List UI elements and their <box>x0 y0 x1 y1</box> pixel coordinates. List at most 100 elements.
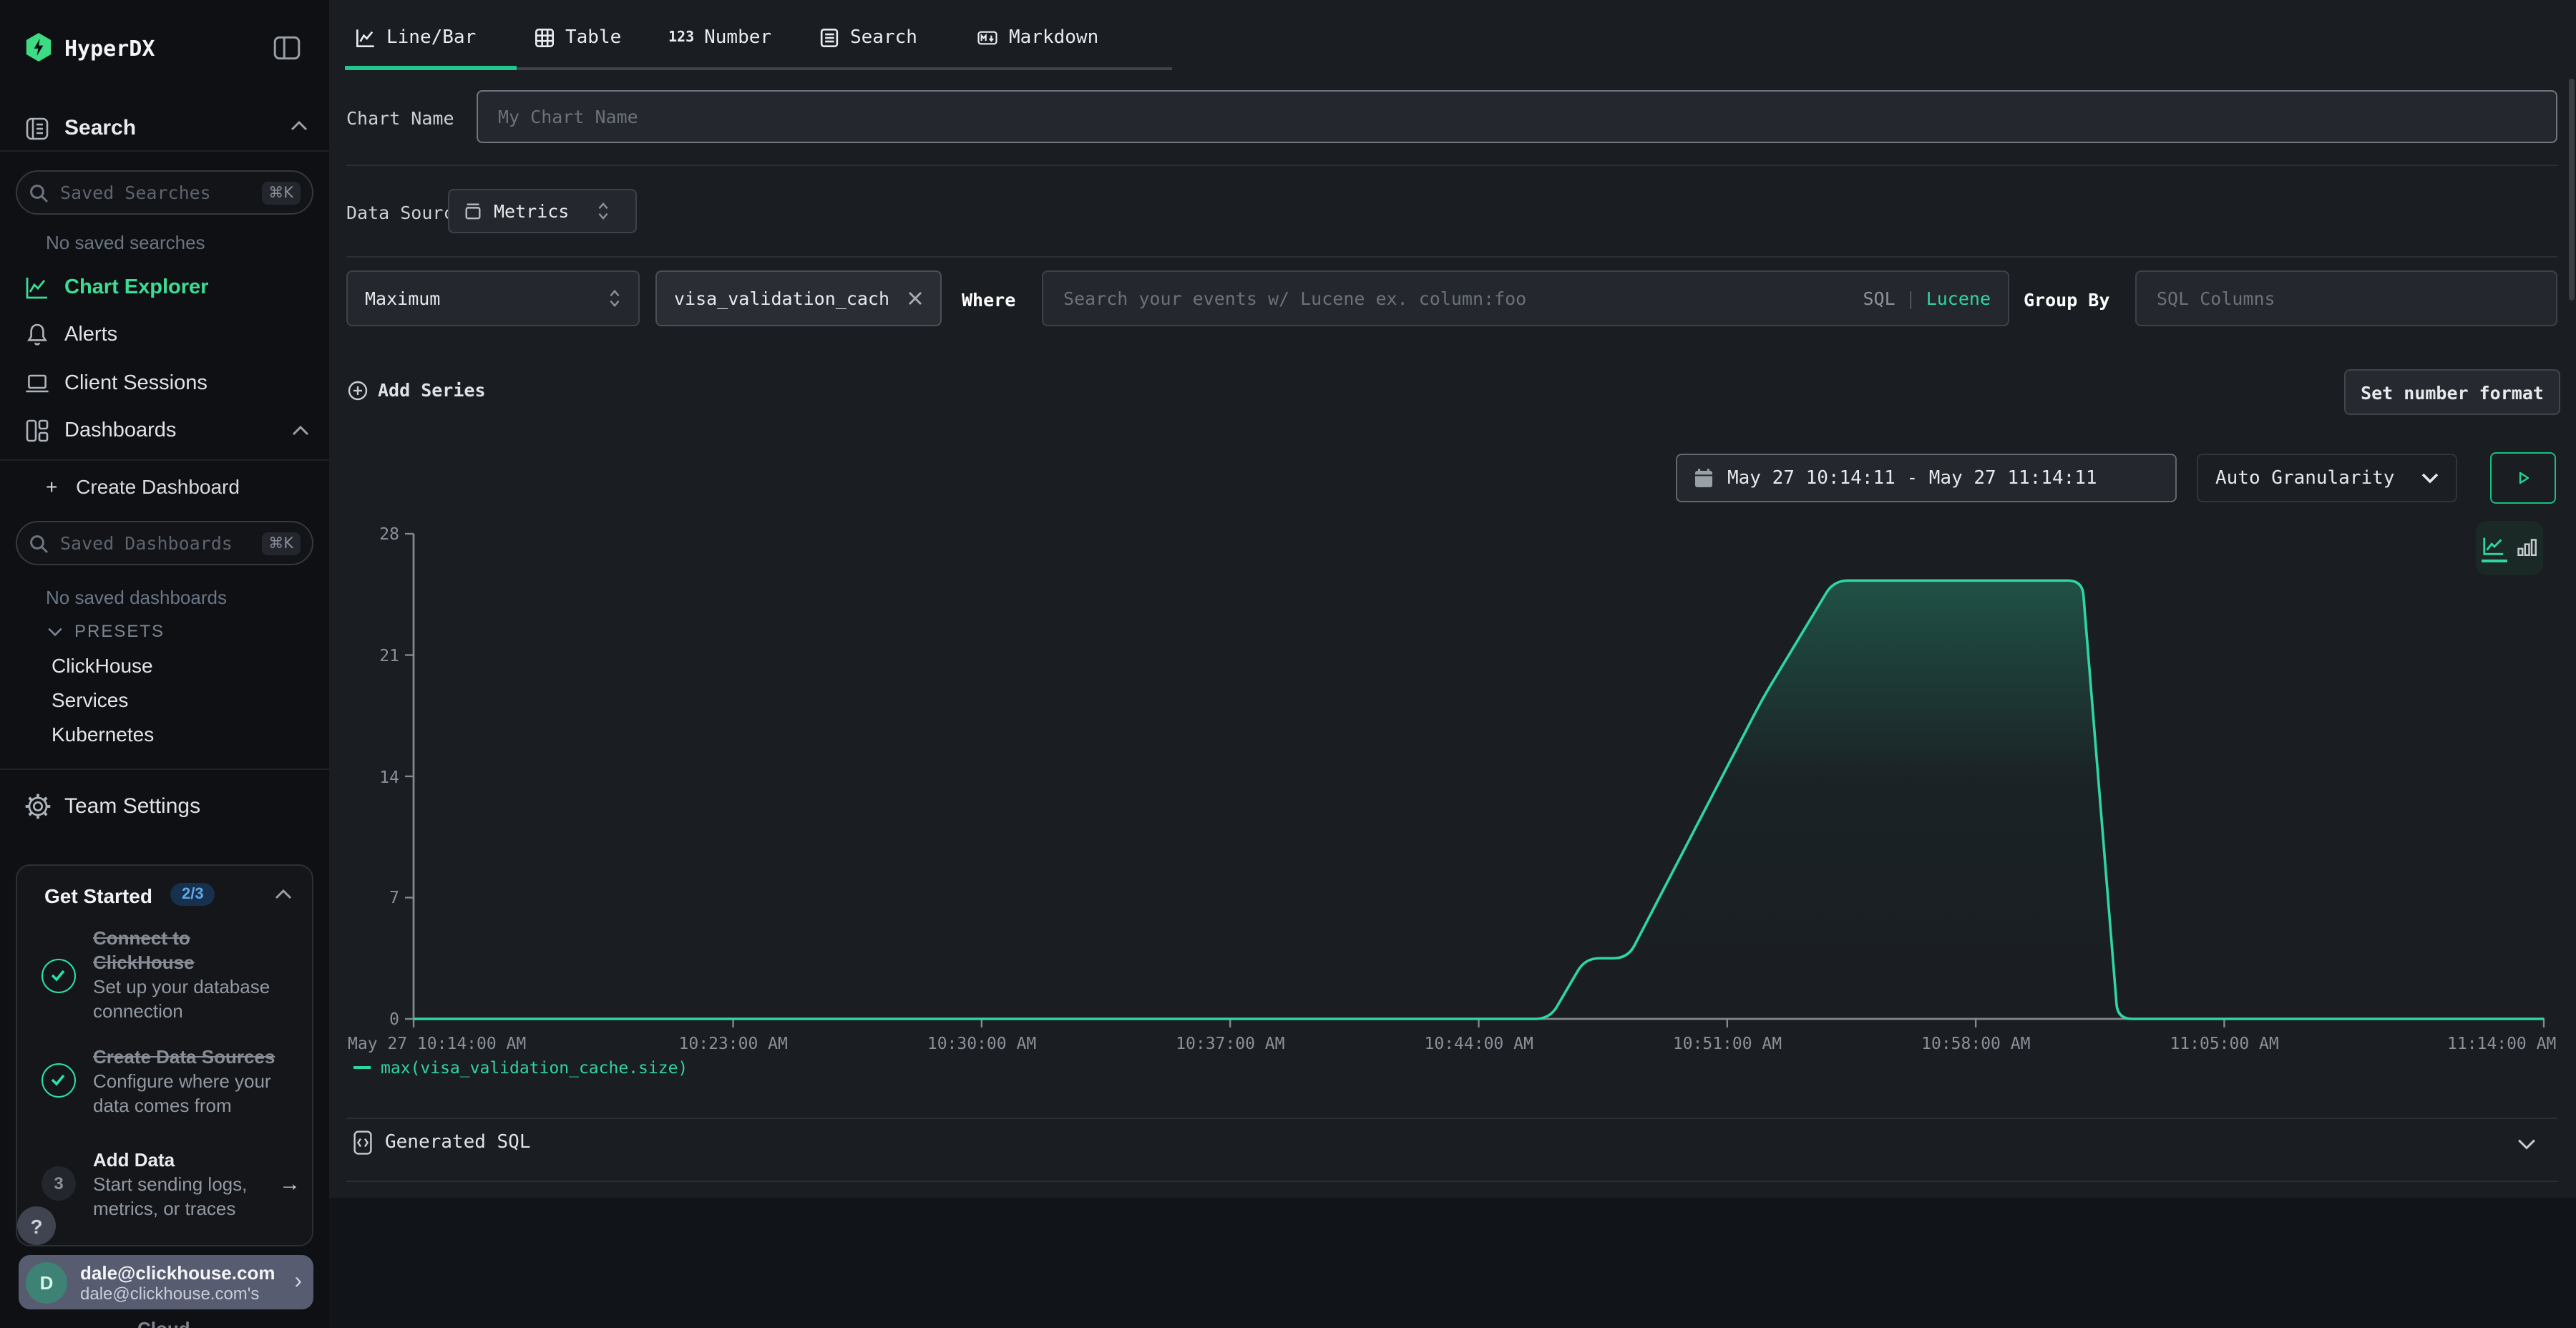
saved-dashboards-field[interactable] <box>57 531 261 555</box>
chevron-right-icon: › <box>294 1269 302 1295</box>
calendar-icon <box>1694 468 1713 488</box>
divider <box>346 1181 2557 1182</box>
no-saved-dashboards-note: No saved dashboards <box>46 587 227 608</box>
granularity-select[interactable]: Auto Granularity <box>2197 454 2457 502</box>
select-updown-icon <box>597 202 610 220</box>
close-icon[interactable] <box>907 290 923 306</box>
group-by-input[interactable] <box>2135 270 2557 326</box>
saved-dashboards-input[interactable]: ⌘K <box>16 521 313 565</box>
saved-searches-field[interactable] <box>57 180 261 205</box>
help-button[interactable]: ? <box>17 1206 56 1245</box>
get-started-step[interactable]: Add Data Start sending logs, metrics, or… <box>93 1148 247 1221</box>
collapse-sidebar-icon[interactable] <box>272 33 302 63</box>
page-bottom-area <box>329 1198 2576 1328</box>
gear-icon <box>24 793 50 819</box>
metric-tag[interactable]: visa_validation_cach <box>655 270 942 326</box>
step-number-circle: 3 <box>42 1166 76 1201</box>
sidebar-section-search[interactable]: Search <box>64 116 136 140</box>
user-email: dale@clickhouse.com <box>80 1261 275 1283</box>
presets-label: PRESETS <box>74 621 165 641</box>
group-by-label: Group By <box>2024 289 2109 311</box>
sidebar-item-label: Alerts <box>64 323 117 346</box>
sidebar-item-label: Client Sessions <box>64 372 208 395</box>
chevron-down-icon <box>47 626 63 636</box>
chart-name-input[interactable] <box>477 90 2557 143</box>
tab-active-indicator <box>345 66 517 70</box>
query-language-toggle[interactable]: SQL | Lucene <box>1863 288 1991 309</box>
data-source-label: Data Source <box>346 202 465 223</box>
tab-search[interactable]: Search <box>819 17 917 57</box>
bell-icon <box>24 322 50 348</box>
check-circle-icon <box>42 1063 76 1098</box>
get-started-title: Get Started <box>44 884 152 907</box>
add-series-button[interactable]: Add Series <box>348 379 486 401</box>
sidebar-divider <box>0 150 329 152</box>
chevron-down-icon[interactable] <box>2517 1138 2536 1151</box>
main-content: Line/Bar Table 123 Number Search Markdow… <box>329 0 2576 1328</box>
data-source-select[interactable]: Metrics <box>448 189 637 233</box>
where-field[interactable] <box>1060 286 1851 311</box>
run-query-button[interactable] <box>2490 452 2556 504</box>
number-123-icon: 123 <box>668 29 694 45</box>
chevron-up-icon[interactable] <box>291 120 308 132</box>
aggregation-select[interactable]: Maximum <box>346 270 640 326</box>
chart-name-field[interactable] <box>495 104 2539 129</box>
chevron-up-icon[interactable] <box>275 889 292 900</box>
saved-searches-input[interactable]: ⌘K <box>16 170 313 215</box>
divider <box>346 1118 2557 1119</box>
sql-option[interactable]: SQL <box>1863 288 1895 309</box>
select-updown-icon <box>608 289 621 308</box>
sidebar: HyperDX Search ⌘K No saved searches Char… <box>0 0 331 1328</box>
arrow-right-icon[interactable]: → <box>279 1172 301 1196</box>
divider <box>346 165 2557 166</box>
sidebar-item-dashboards[interactable]: Dashboards <box>0 408 329 454</box>
app-root: HyperDX Search ⌘K No saved searches Char… <box>0 0 2576 1328</box>
where-input[interactable]: SQL | Lucene <box>1042 270 2009 326</box>
clipped-bottom-text: Cloud <box>137 1318 190 1328</box>
lucene-option[interactable]: Lucene <box>1926 288 1991 309</box>
plus-icon: + <box>46 475 57 498</box>
kbd-shortcut: ⌘K <box>261 181 301 204</box>
user-account-chip[interactable]: D dale@clickhouse.com dale@clickhouse.co… <box>19 1255 313 1309</box>
tab-table[interactable]: Table <box>534 17 621 57</box>
get-started-panel: Get Started 2/3 Connect to ClickHouse Se… <box>16 864 313 1246</box>
brand-title: HyperDX <box>64 36 155 62</box>
tab-line-bar[interactable]: Line/Bar <box>355 17 476 57</box>
chart-type-toggle <box>2476 521 2543 575</box>
get-started-step[interactable]: Connect to ClickHouse Set up your databa… <box>93 926 270 1023</box>
sidebar-item-chart-explorer[interactable]: Chart Explorer <box>0 265 329 311</box>
sidebar-item-alerts[interactable]: Alerts <box>0 312 329 358</box>
date-range-picker[interactable]: May 27 10:14:11 - May 27 11:14:11 <box>1676 454 2177 502</box>
dashboards-icon <box>24 418 50 444</box>
tab-markdown[interactable]: Markdown <box>976 17 1098 57</box>
line-chart-toggle-icon[interactable] <box>2481 534 2507 562</box>
tab-number[interactable]: 123 Number <box>668 17 771 57</box>
play-icon <box>2513 468 2533 488</box>
search-icon <box>29 533 49 553</box>
preset-services[interactable]: Services <box>52 688 128 711</box>
preset-kubernetes[interactable]: Kubernetes <box>52 723 154 746</box>
group-by-field[interactable] <box>2154 286 2539 311</box>
avatar: D <box>26 1261 67 1303</box>
scrollbar-thumb[interactable] <box>2569 79 2575 301</box>
sidebar-item-team-settings[interactable]: Team Settings <box>0 783 329 829</box>
generated-sql-toggle[interactable]: Generated SQL <box>353 1131 531 1155</box>
presets-toggle[interactable]: PRESETS <box>47 621 165 641</box>
create-dashboard-button[interactable]: + Create Dashboard <box>46 475 240 498</box>
divider <box>346 256 2557 258</box>
sidebar-item-label: Team Settings <box>64 794 200 818</box>
separator: | <box>1906 288 1916 309</box>
search-icon <box>29 182 49 202</box>
legend-line-swatch <box>353 1066 371 1069</box>
set-number-format-button[interactable]: Set number format <box>2344 369 2560 415</box>
bar-chart-toggle-icon[interactable] <box>2515 537 2538 560</box>
preset-clickhouse[interactable]: ClickHouse <box>52 654 153 677</box>
sidebar-item-label: Chart Explorer <box>64 276 208 299</box>
progress-badge: 2/3 <box>170 883 215 906</box>
user-org: dale@clickhouse.com's <box>80 1283 275 1303</box>
get-started-step[interactable]: Create Data Sources Configure where your… <box>93 1045 275 1118</box>
sidebar-item-client-sessions[interactable]: Client Sessions <box>0 361 329 406</box>
search-section-icon <box>24 116 50 142</box>
chart-legend: max(visa_validation_cache.size) <box>353 1058 688 1078</box>
legend-series-name: max(visa_validation_cache.size) <box>381 1058 688 1078</box>
